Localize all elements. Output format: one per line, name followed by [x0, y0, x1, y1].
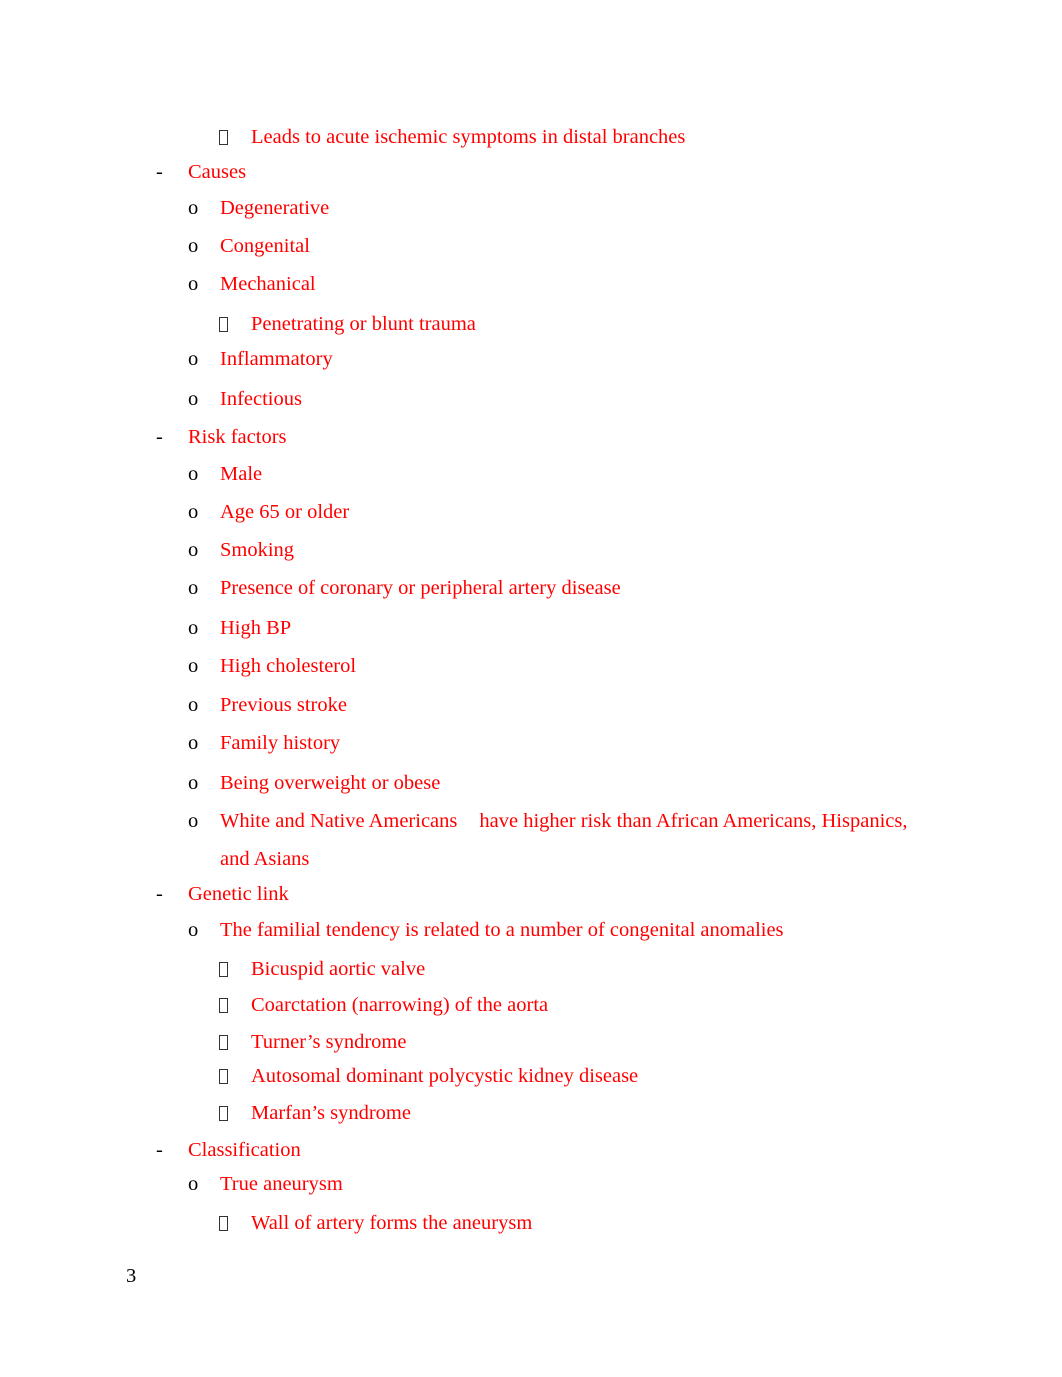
- list-item-text: White and Native Americans have higher ri…: [220, 809, 907, 833]
- section-heading-text: Genetic link: [188, 883, 289, 905]
- dash-bullet-icon: -: [156, 426, 163, 448]
- list-item-text: Age 65 or older: [220, 501, 350, 523]
- list-item-text: Congenital: [220, 235, 310, 257]
- list-item-text: Mechanical: [220, 273, 316, 295]
- missing-glyph-bullet-icon: [219, 130, 228, 145]
- dash-bullet-icon: -: [156, 1139, 163, 1161]
- list-item-continuation-text: and Asians: [220, 848, 310, 870]
- list-item-text: Inflammatory: [220, 348, 333, 370]
- section-heading-text: Risk factors: [188, 426, 287, 448]
- circle-bullet-icon: o: [188, 1173, 199, 1195]
- document-page: Leads to acute ischemic symptoms in dist…: [0, 0, 1062, 1377]
- circle-bullet-icon: o: [188, 235, 199, 257]
- circle-bullet-icon: o: [188, 655, 199, 677]
- circle-bullet-icon: o: [188, 463, 199, 485]
- list-item-text: Bicuspid aortic valve: [251, 958, 426, 980]
- circle-bullet-icon: o: [188, 388, 199, 410]
- list-item-text: Infectious: [220, 388, 302, 410]
- dash-bullet-icon: -: [156, 883, 163, 905]
- list-item-text: Marfan’s syndrome: [251, 1102, 411, 1124]
- missing-glyph-bullet-icon: [219, 1106, 228, 1121]
- list-item-text: Presence of coronary or peripheral arter…: [220, 577, 621, 599]
- missing-glyph-bullet-icon: [219, 1069, 228, 1084]
- circle-bullet-icon: o: [188, 919, 199, 941]
- section-heading-text: Classification: [188, 1139, 301, 1161]
- list-item-text: Turner’s syndrome: [251, 1031, 407, 1053]
- dash-bullet-icon: -: [156, 161, 163, 183]
- list-item-text-part1: White and Native Americans: [220, 810, 458, 832]
- list-item-text: Coarctation (narrowing) of the aorta: [251, 994, 549, 1016]
- circle-bullet-icon: o: [188, 772, 199, 794]
- circle-bullet-icon: o: [188, 539, 199, 561]
- circle-bullet-icon: o: [188, 501, 199, 523]
- missing-glyph-bullet-icon: [219, 1216, 228, 1231]
- circle-bullet-icon: o: [188, 617, 199, 639]
- list-item-text: Male: [220, 463, 263, 485]
- circle-bullet-icon: o: [188, 577, 199, 599]
- list-item-text: Leads to acute ischemic symptoms in dist…: [251, 126, 686, 148]
- missing-glyph-bullet-icon: [219, 962, 228, 977]
- list-item-text: Degenerative: [220, 197, 330, 219]
- list-item-text: The familial tendency is related to a nu…: [220, 919, 784, 941]
- list-item-text: Previous stroke: [220, 694, 347, 716]
- circle-bullet-icon: o: [188, 273, 199, 295]
- missing-glyph-bullet-icon: [219, 317, 228, 332]
- circle-bullet-icon: o: [188, 732, 199, 754]
- list-item-text: Autosomal dominant polycystic kidney dis…: [251, 1065, 639, 1087]
- list-item-text: High BP: [220, 617, 292, 639]
- page-number: 3: [126, 1265, 137, 1287]
- missing-glyph-bullet-icon: [219, 1035, 228, 1050]
- list-item-text-part2: have higher risk than African Americans,…: [479, 810, 908, 832]
- list-item-text: Smoking: [220, 539, 295, 561]
- list-item-text: Penetrating or blunt trauma: [251, 313, 476, 335]
- circle-bullet-icon: o: [188, 810, 199, 832]
- list-item-text: True aneurysm: [220, 1173, 343, 1195]
- list-item-text: Being overweight or obese: [220, 772, 441, 794]
- list-item-text: High cholesterol: [220, 655, 357, 677]
- circle-bullet-icon: o: [188, 694, 199, 716]
- circle-bullet-icon: o: [188, 197, 199, 219]
- list-item-text: Wall of artery forms the aneurysm: [251, 1212, 533, 1234]
- circle-bullet-icon: o: [188, 348, 199, 370]
- missing-glyph-bullet-icon: [219, 998, 228, 1013]
- list-item-text: Family history: [220, 732, 341, 754]
- section-heading-text: Causes: [188, 161, 247, 183]
